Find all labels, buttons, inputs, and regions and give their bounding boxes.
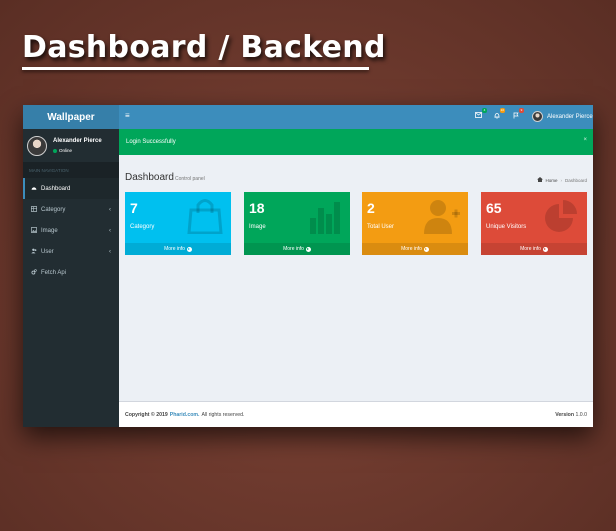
sidebar-item-fetch-api[interactable]: Fetch Api bbox=[23, 262, 119, 283]
sidebar-item-label: Category bbox=[41, 206, 66, 213]
chevron-left-icon: ‹ bbox=[109, 248, 111, 255]
arrow-circle-right-icon bbox=[423, 246, 429, 252]
flag-icon[interactable]: 9 bbox=[513, 108, 524, 121]
stat-value: 65 bbox=[486, 200, 502, 216]
more-info-link[interactable]: More info bbox=[244, 243, 350, 255]
more-info-label: More info bbox=[520, 246, 541, 252]
chevron-left-icon: ‹ bbox=[109, 206, 111, 213]
dashboard-screenshot: Wallpaper Alexander Pierce Online MAIN N… bbox=[23, 105, 593, 427]
banner-title: Dashboard / Backend bbox=[22, 30, 386, 65]
chevron-left-icon: ‹ bbox=[109, 227, 111, 234]
stat-label: Unique Visitors bbox=[486, 224, 527, 230]
more-info-label: More info bbox=[401, 246, 422, 252]
sidebar-item-category[interactable]: Category ‹ bbox=[23, 199, 119, 220]
stat-label: Image bbox=[249, 224, 266, 230]
rights-text: All rights reserved. bbox=[201, 411, 245, 418]
alert-message: Login Successfully bbox=[126, 139, 176, 145]
arrow-circle-right-icon bbox=[542, 246, 548, 252]
arrow-circle-right-icon bbox=[305, 246, 311, 252]
sidebar: Wallpaper Alexander Pierce Online MAIN N… bbox=[23, 105, 119, 427]
user-plus-icon bbox=[424, 200, 460, 234]
envelope-icon[interactable]: 4 bbox=[475, 108, 487, 120]
top-user-avatar[interactable] bbox=[532, 111, 543, 122]
version-info: Version 1.0.0 bbox=[555, 412, 587, 418]
arrow-circle-right-icon bbox=[186, 246, 192, 252]
table-icon bbox=[30, 205, 37, 214]
copyright-text: Copyright © 2019 bbox=[125, 411, 168, 418]
stat-value: 2 bbox=[367, 200, 375, 216]
stat-value: 18 bbox=[249, 200, 265, 216]
stat-label: Total User bbox=[367, 224, 395, 230]
stat-value: 7 bbox=[130, 200, 138, 216]
user-status-text: Online bbox=[59, 148, 73, 153]
stat-box-total-user: 2 Total User More info bbox=[362, 192, 468, 255]
sidebar-item-label: Fetch Api bbox=[41, 269, 67, 276]
avatar bbox=[27, 135, 47, 156]
banner-underline bbox=[22, 67, 369, 70]
bell-icon[interactable]: 10 bbox=[494, 108, 505, 121]
users-icon bbox=[30, 248, 37, 256]
pie-chart-icon bbox=[545, 200, 577, 232]
top-user-name[interactable]: Alexander Pierce bbox=[547, 114, 593, 120]
bell-badge: 10 bbox=[499, 108, 505, 113]
sidebar-item-label: Dashboard bbox=[41, 185, 71, 192]
success-alert: Login Successfully × bbox=[119, 129, 593, 155]
sidebar-item-dashboard[interactable]: Dashboard bbox=[23, 178, 119, 199]
sidebar-item-label: User bbox=[41, 248, 54, 255]
breadcrumb-home[interactable]: Home bbox=[545, 178, 557, 183]
version-number: 1.0.0 bbox=[575, 411, 587, 418]
more-info-link[interactable]: More info bbox=[362, 243, 468, 255]
bar-chart-icon bbox=[310, 202, 340, 234]
stat-label: Category bbox=[130, 224, 155, 230]
breadcrumb-current: Dashboard bbox=[564, 177, 587, 183]
version-label: Version bbox=[555, 411, 574, 418]
page-title: Dashboard bbox=[125, 172, 174, 183]
envelope-badge: 4 bbox=[482, 108, 487, 113]
stat-box-category: 7 Category More info bbox=[125, 192, 231, 255]
top-navbar: ≡ 4 10 9 Alexander Pierce bbox=[119, 105, 593, 129]
stat-box-image: 18 Image More info bbox=[244, 192, 350, 255]
hamburger-icon[interactable]: ≡ bbox=[125, 111, 130, 120]
sidebar-item-user[interactable]: User ‹ bbox=[23, 241, 119, 262]
sidebar-item-image[interactable]: Image ‹ bbox=[23, 220, 119, 241]
flag-badge: 9 bbox=[519, 108, 524, 113]
nav-header: MAIN NAVIGATION bbox=[23, 162, 119, 178]
breadcrumb: Home › Dashboard bbox=[537, 177, 587, 183]
close-icon[interactable]: × bbox=[583, 137, 587, 143]
user-panel: Alexander Pierce Online bbox=[23, 129, 119, 162]
home-icon bbox=[537, 177, 544, 183]
more-info-link[interactable]: More info bbox=[125, 243, 231, 255]
footer-link[interactable]: Pharid.com. bbox=[170, 412, 200, 418]
more-info-label: More info bbox=[283, 246, 304, 252]
page-subtitle: Control panel bbox=[175, 176, 205, 182]
dashboard-icon bbox=[30, 185, 37, 193]
cogs-icon bbox=[30, 268, 37, 277]
online-dot-icon bbox=[53, 148, 57, 153]
more-info-label: More info bbox=[164, 246, 185, 252]
image-icon bbox=[30, 226, 37, 235]
stat-box-unique-visitors: 65 Unique Visitors More info bbox=[481, 192, 587, 255]
more-info-link[interactable]: More info bbox=[481, 243, 587, 255]
app-logo[interactable]: Wallpaper bbox=[23, 105, 119, 129]
breadcrumb-separator: › bbox=[560, 177, 562, 183]
user-name: Alexander Pierce bbox=[53, 138, 102, 144]
user-status: Online bbox=[53, 148, 102, 153]
sidebar-item-label: Image bbox=[41, 227, 58, 234]
main-footer: Copyright © 2019 Pharid.com. All rights … bbox=[119, 401, 593, 427]
shopping-bag-icon bbox=[187, 199, 223, 234]
